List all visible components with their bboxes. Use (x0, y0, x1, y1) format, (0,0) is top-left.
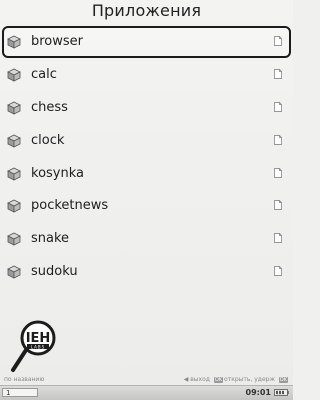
list-item-label: clock (31, 132, 65, 148)
app-cube-icon (7, 200, 21, 214)
list-item-label: browser (31, 34, 84, 49)
document-icon (274, 200, 282, 211)
list-item-sudoku[interactable]: sudoku (2, 256, 291, 288)
list-item-chess[interactable]: chess (2, 92, 291, 124)
list-item-browser[interactable]: browser (2, 26, 291, 58)
app-cube-icon (7, 265, 21, 279)
exit-hint: выход (190, 376, 210, 383)
list-item-pocketnews[interactable]: pocketnews (2, 190, 291, 222)
battery-icon (274, 389, 289, 396)
clock: 09:01 (245, 388, 271, 397)
app-cube-icon (7, 101, 21, 115)
key-hints: ◀ выход OK открыть, удерж OK (183, 376, 288, 383)
document-icon (274, 167, 282, 178)
back-arrow-icon: ◀ (183, 376, 189, 383)
list-item-label: sudoku (31, 264, 78, 280)
sort-label: по названию (4, 376, 45, 383)
list-item-clock[interactable]: clock (2, 125, 291, 157)
svg-text:LABS: LABS (31, 344, 45, 349)
document-icon (274, 69, 282, 79)
list-item-snake[interactable]: snake (2, 223, 291, 255)
ok-key-icon: OK (213, 377, 224, 383)
status-bar: 1 09:01 (0, 385, 293, 400)
app-cube-icon (7, 35, 21, 49)
document-icon (274, 36, 282, 46)
list-item-label: calc (31, 66, 57, 82)
page-number[interactable]: 1 (2, 388, 38, 397)
app-cube-icon (7, 134, 21, 148)
list-item-label: snake (31, 231, 70, 247)
app-list: browser calc chess clock kosynka pocketn… (0, 26, 293, 289)
hold-hint: удерж (254, 376, 275, 383)
app-cube-icon (7, 232, 21, 246)
page-title: Приложения (91, 1, 202, 20)
screen: Приложения browser calc chess clock kosy… (0, 0, 293, 400)
list-item-label: pocketnews (31, 198, 109, 214)
list-item-calc[interactable]: calc (2, 59, 291, 91)
document-icon (274, 266, 282, 277)
document-icon (274, 134, 282, 145)
app-cube-icon (7, 68, 21, 82)
document-icon (274, 101, 282, 112)
app-cube-icon (7, 167, 21, 181)
list-item-label: kosynka (31, 165, 84, 181)
ok-key-icon: OK (278, 377, 288, 383)
list-item-label: chess (31, 99, 68, 115)
iteh-labs-logo: IEH LABS (11, 320, 56, 372)
list-item-kosynka[interactable]: kosynka (2, 158, 291, 190)
document-icon (274, 233, 282, 244)
open-hint: открыть (224, 376, 251, 383)
